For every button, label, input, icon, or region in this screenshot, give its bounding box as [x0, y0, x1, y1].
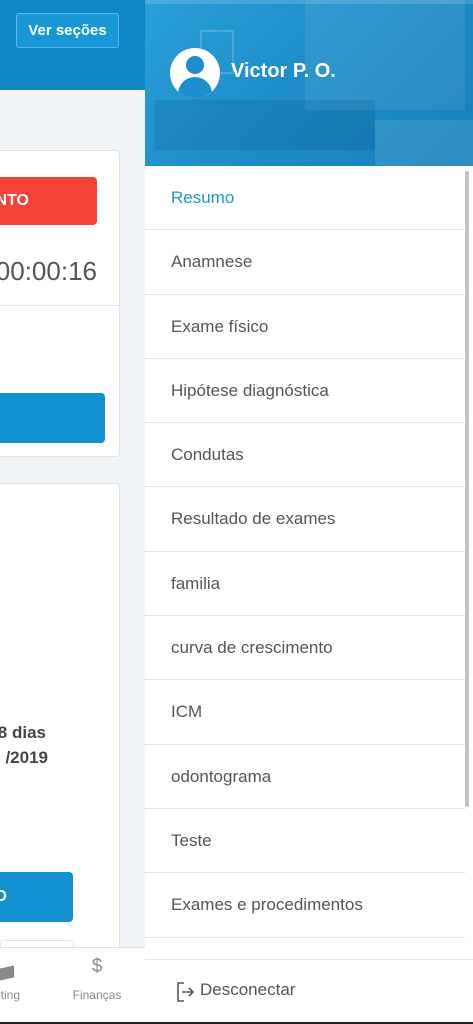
drawer-header: Victor P. O.: [145, 0, 473, 166]
primary-action-button[interactable]: [0, 393, 105, 443]
nav-marketing-label: eting: [0, 988, 21, 1002]
menu-item-curva-de-crescimento[interactable]: curva de crescimento: [145, 616, 465, 681]
menu-item-resumo[interactable]: Resumo: [145, 166, 465, 231]
secondary-action-button[interactable]: O: [0, 872, 73, 922]
menu-scrollbar[interactable]: [465, 171, 469, 807]
menu-item-familia[interactable]: familia: [145, 552, 465, 617]
logout-icon: [177, 982, 195, 1002]
avatar: [170, 48, 220, 98]
menu-item-odontograma[interactable]: odontograma: [145, 745, 465, 809]
header-bg-shape: [155, 100, 375, 150]
marketing-icon: [0, 956, 42, 981]
menu-item-resultado-de-exames[interactable]: Resultado de exames: [145, 487, 465, 552]
menu-item-condutas[interactable]: Condutas: [145, 423, 465, 488]
header-bg-shape: [375, 120, 473, 166]
side-drawer: Victor P. O. Resumo Anamnese Exame físic…: [145, 0, 473, 1022]
section-menu: Resumo Anamnese Exame físico Hipótese di…: [145, 166, 465, 938]
patient-age-text: 8 dias: [0, 723, 46, 742]
finish-appointment-button[interactable]: NTO: [0, 177, 97, 225]
nav-finance[interactable]: $ Finanças: [62, 948, 132, 1022]
patient-date-text: /2019: [5, 748, 48, 767]
logout-button[interactable]: Desconectar: [145, 959, 473, 1022]
menu-item-icm[interactable]: ICM: [145, 680, 465, 745]
user-name: Victor P. O.: [231, 60, 336, 82]
logout-label: Desconectar: [200, 980, 296, 999]
nav-finance-label: Finanças: [72, 988, 122, 1002]
sections-button[interactable]: Ver seções: [16, 13, 119, 48]
menu-item-hipotese-diagnostica[interactable]: Hipótese diagnóstica: [145, 359, 465, 424]
menu-item-exame-fisico[interactable]: Exame físico: [145, 295, 465, 359]
nav-marketing[interactable]: eting: [0, 948, 42, 1022]
user-icon: [186, 56, 204, 74]
header-bg-shape: [305, 0, 465, 110]
appointment-timer: 00:00:16: [0, 256, 97, 286]
menu-item-anamnese[interactable]: Anamnese: [145, 230, 465, 295]
bottom-nav: eting $ Finanças: [0, 947, 145, 1022]
card-divider: [0, 305, 120, 306]
background-app: Ver seções NTO 00:00:16 8 dias /2019 O e…: [0, 0, 145, 1022]
menu-item-teste[interactable]: Teste: [145, 809, 465, 874]
dollar-icon: $: [91, 956, 103, 977]
menu-item-exames-e-procedimentos[interactable]: Exames e procedimentos: [145, 873, 465, 938]
app-header: Ver seções: [0, 0, 145, 90]
